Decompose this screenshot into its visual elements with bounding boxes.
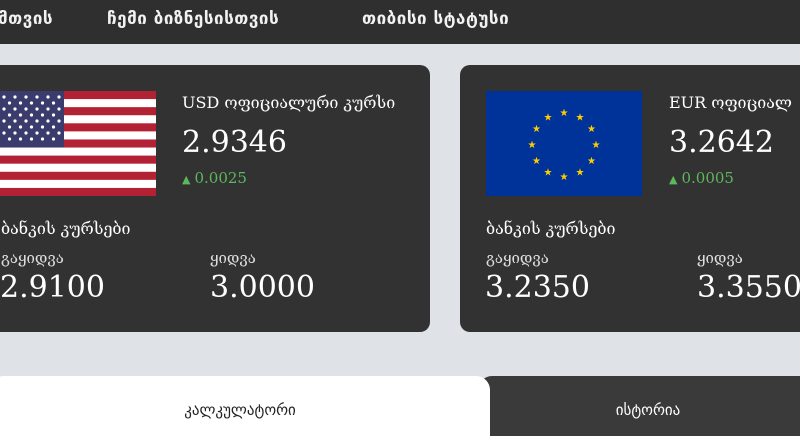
tab-history[interactable]: ისტორია <box>478 376 800 436</box>
svg-text:★: ★ <box>528 140 537 151</box>
eur-official-rate: 3.2642 <box>669 125 774 160</box>
nav-item-partial[interactable]: მთვის <box>0 0 53 44</box>
tab-history-label: ისტორია <box>615 401 681 419</box>
svg-text:★: ★ <box>587 124 596 135</box>
svg-text:★: ★ <box>544 168 553 179</box>
svg-text:★: ★ <box>592 140 601 151</box>
nav-item-my-business[interactable]: ჩემი ბიზნესისთვის <box>107 0 279 44</box>
eur-official-rate-title: EUR ოფიციალ <box>669 93 792 112</box>
usd-rate-change: ▲ 0.0025 <box>182 169 247 187</box>
caret-up-icon: ▲ <box>182 173 191 186</box>
usa-flag-icon <box>0 91 156 196</box>
svg-text:★: ★ <box>560 172 569 183</box>
eu-flag-icon: ★ ★ ★ ★ ★ ★ ★ ★ ★ ★ ★ ★ <box>486 91 642 196</box>
tab-calculator-label: კალკულატორი <box>184 401 296 419</box>
svg-text:★: ★ <box>544 113 553 124</box>
nav-item-tbc-status[interactable]: თიბისი სტატუსი <box>362 0 509 44</box>
svg-text:★: ★ <box>576 113 585 124</box>
svg-text:★: ★ <box>532 124 541 135</box>
svg-text:★: ★ <box>576 168 585 179</box>
caret-up-icon: ▲ <box>669 173 678 186</box>
usd-bank-rates-heading: ბანკის კურსები <box>1 219 131 238</box>
top-navigation: მთვის ჩემი ბიზნესისთვის თიბისი სტატუსი <box>0 0 800 44</box>
eur-rate-change: ▲ 0.0005 <box>669 169 734 187</box>
tab-calculator[interactable]: კალკულატორი <box>0 376 490 436</box>
usd-rate-card: USD ოფიციალური კურსი 2.9346 ▲ 0.0025 ბანკ… <box>0 65 430 332</box>
eur-bank-rates-heading: ბანკის კურსები <box>486 219 616 238</box>
eur-rate-card: ★ ★ ★ ★ ★ ★ ★ ★ ★ ★ ★ ★ EUR ოფიციალ 3.26… <box>460 65 800 332</box>
usd-buy-value: 2.9100 <box>0 270 105 305</box>
svg-text:★: ★ <box>587 156 596 167</box>
usd-buy-label: გაყიდვა <box>1 249 64 267</box>
usd-official-rate-title: USD ოფიციალური კურსი <box>182 93 396 112</box>
usd-sell-label: ყიდვა <box>210 249 256 267</box>
eur-sell-label: ყიდვა <box>697 249 743 267</box>
svg-text:★: ★ <box>532 156 541 167</box>
eur-buy-value: 3.2350 <box>485 270 590 305</box>
usd-sell-value: 3.0000 <box>210 270 315 305</box>
eur-change-value: 0.0005 <box>681 169 734 187</box>
svg-text:★: ★ <box>560 108 569 119</box>
eur-sell-value: 3.3550 <box>697 270 800 305</box>
usd-change-value: 0.0025 <box>194 169 247 187</box>
usd-official-rate: 2.9346 <box>182 125 287 160</box>
eur-buy-label: გაყიდვა <box>486 249 549 267</box>
